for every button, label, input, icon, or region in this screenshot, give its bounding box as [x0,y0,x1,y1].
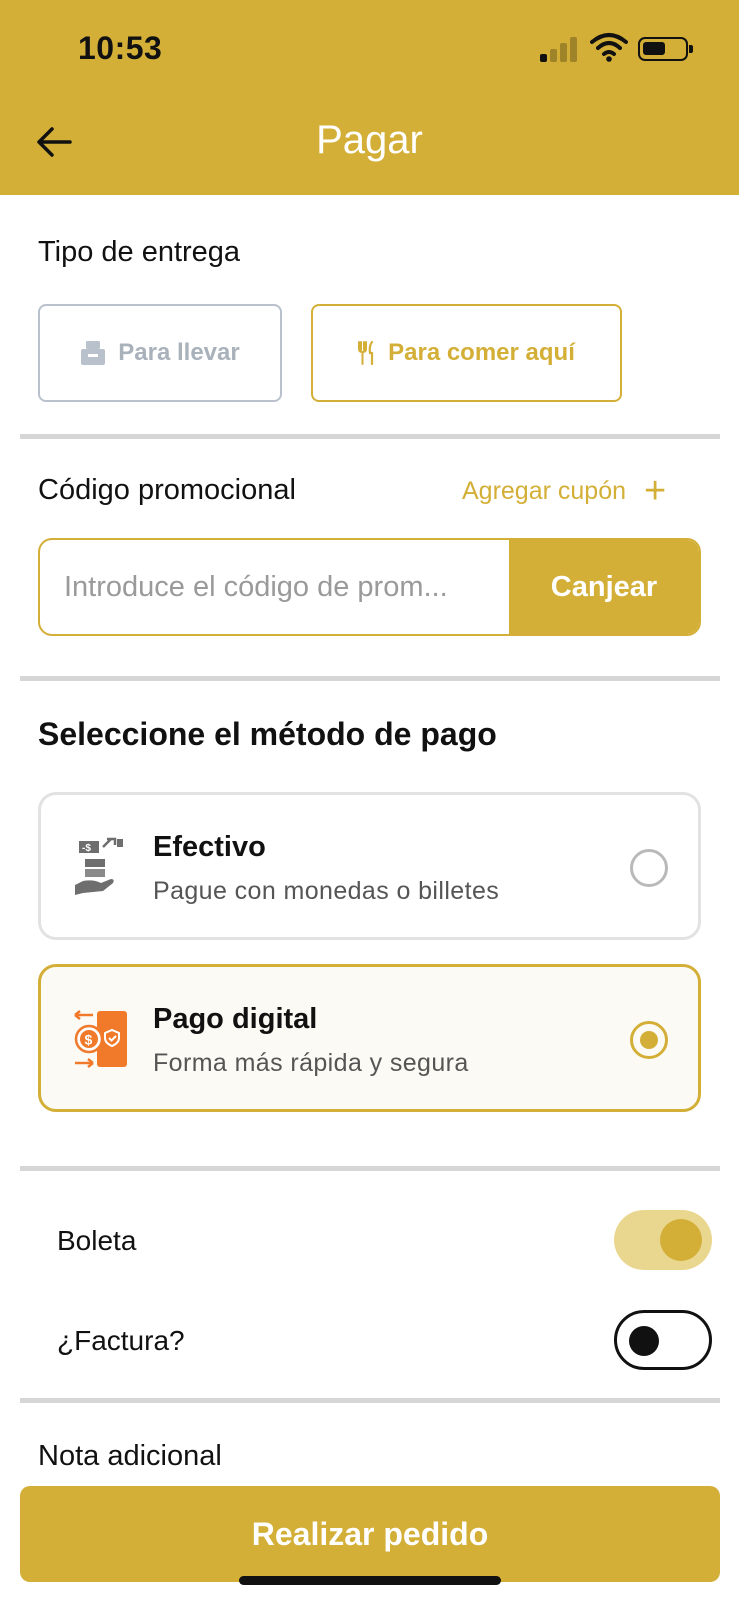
add-coupon-button[interactable]: Agregar cupón + [462,472,666,510]
plus-icon: + [644,470,667,512]
home-indicator [239,1576,501,1585]
app-header: 10:53 Pagar [0,0,739,195]
battery-icon [638,37,693,61]
fork-knife-icon [358,341,376,365]
factura-toggle[interactable] [614,1310,712,1370]
delivery-type-label: Tipo de entrega [38,236,241,268]
cash-hand-icon: -$ [75,837,123,895]
section-divider [20,1166,720,1171]
dine-in-option-button[interactable]: Para comer aquí [311,304,622,402]
toggle-knob [660,1219,702,1261]
promo-code-box: Canjear [38,538,701,636]
digital-payment-icon: $ [74,1010,127,1068]
wifi-icon [590,33,628,62]
cash-radio-button[interactable] [630,849,668,887]
cellular-signal-icon [540,36,580,62]
takeaway-bag-icon [80,339,106,367]
takeaway-option-label: Para llevar [118,339,240,366]
svg-text:-$: -$ [82,843,91,854]
payment-option-cash[interactable]: -$ Efectivo Pague con monedas o billetes [38,792,701,940]
takeaway-option-button[interactable]: Para llevar [38,304,282,402]
digital-radio-button[interactable] [630,1021,668,1059]
promo-code-input[interactable] [40,540,512,634]
svg-text:$: $ [85,1032,93,1048]
section-divider [20,434,720,439]
section-divider [20,1398,720,1403]
redeem-button[interactable]: Canjear [509,540,699,634]
additional-note-label: Nota adicional [38,1440,222,1472]
payment-option-title: Pago digital [153,1003,318,1035]
place-order-button[interactable]: Realizar pedido [20,1486,720,1582]
promo-code-label: Código promocional [38,474,296,506]
dine-in-option-label: Para comer aquí [388,339,575,366]
add-coupon-label: Agregar cupón [462,476,627,505]
page-title: Pagar [316,118,423,162]
boleta-toggle[interactable] [614,1210,712,1270]
payment-option-digital[interactable]: $ Pago digital Forma más rápida y segura [38,964,701,1112]
section-divider [20,676,720,681]
payment-option-subtitle: Pague con monedas o billetes [153,877,500,905]
factura-label: ¿Factura? [57,1325,185,1356]
payment-option-title: Efectivo [153,831,266,863]
boleta-label: Boleta [57,1225,137,1256]
payment-option-subtitle: Forma más rápida y segura [153,1049,469,1077]
payment-method-heading: Seleccione el método de pago [38,716,497,752]
toggle-knob [629,1326,659,1356]
status-time: 10:53 [78,30,163,66]
